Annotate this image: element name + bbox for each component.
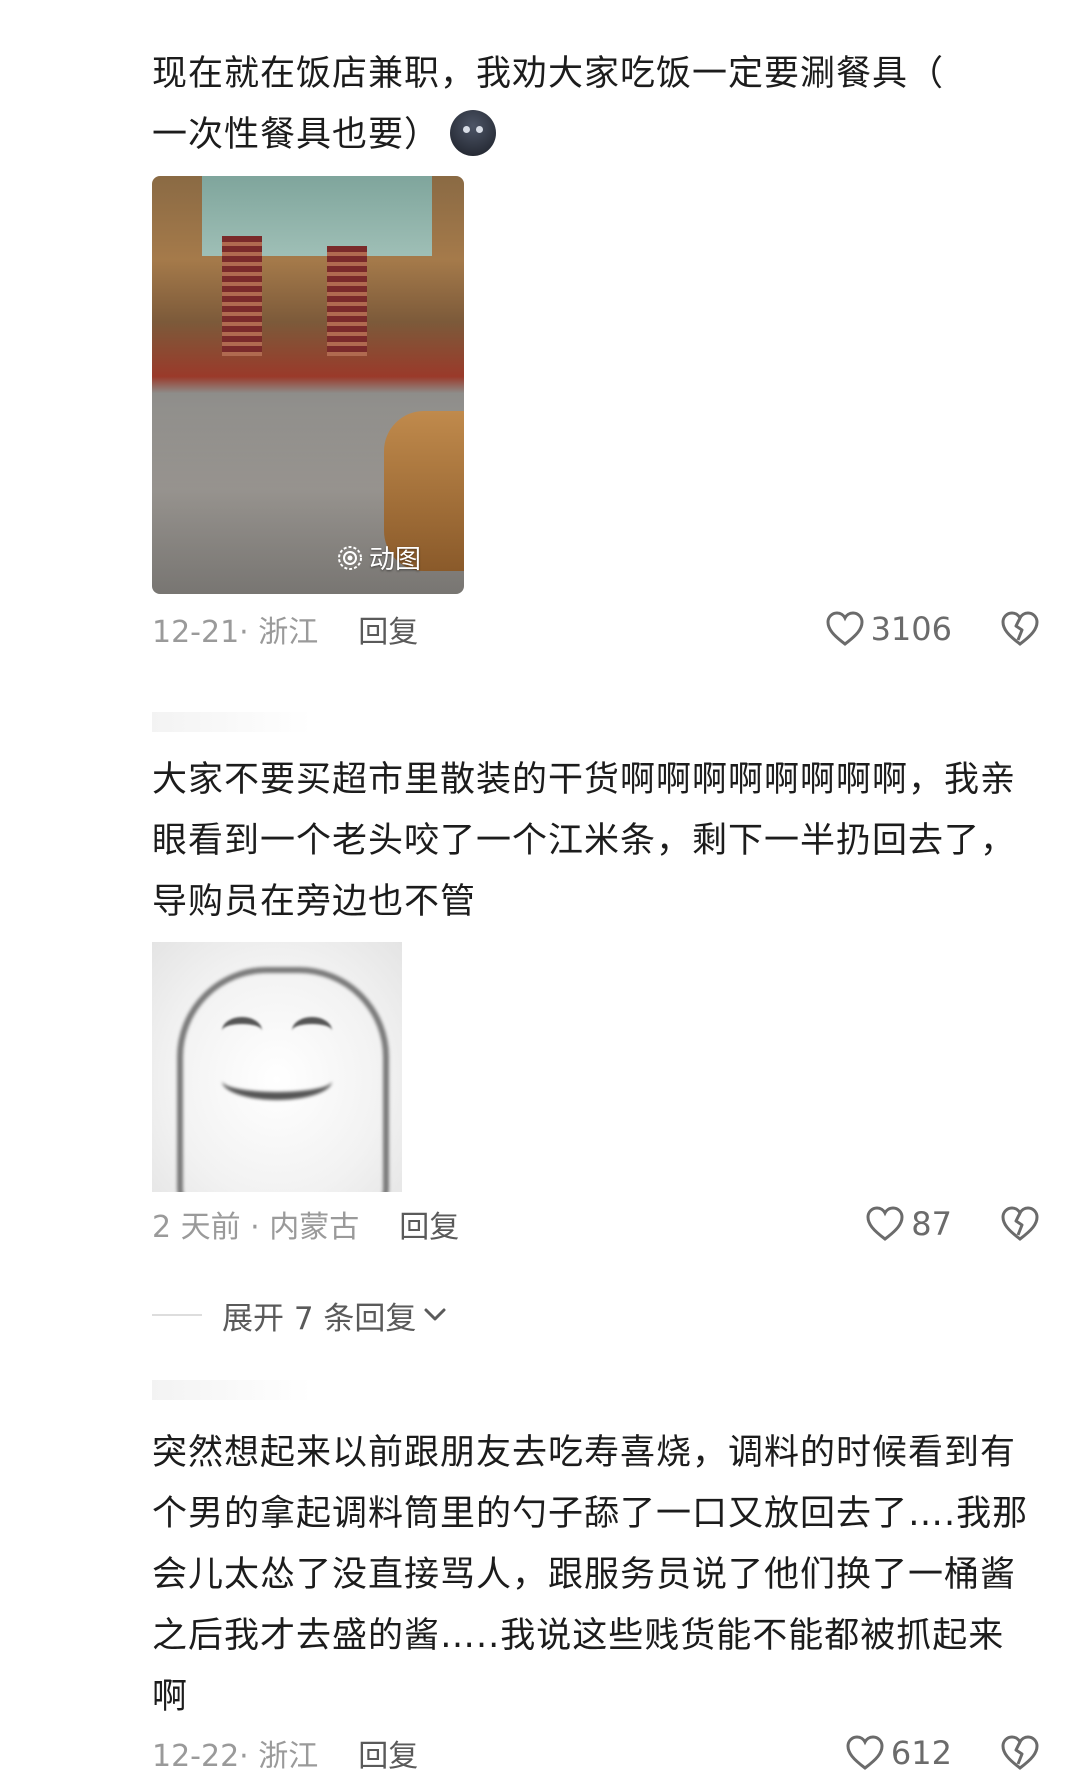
divider-line bbox=[152, 1314, 202, 1316]
reply-button[interactable]: 回复 bbox=[358, 607, 418, 651]
comment-1: 现在就在饭店兼职，我劝大家吃饭一定要涮餐具（ 一次性餐具也要） 动图 12-21… bbox=[152, 44, 1040, 650]
meme-eye bbox=[222, 1017, 262, 1044]
dark-face-emoji-icon bbox=[450, 110, 497, 156]
chevron-down-icon bbox=[424, 1308, 446, 1321]
broken-heart-icon bbox=[1001, 611, 1039, 646]
comment-text: 现在就在饭店兼职，我劝大家吃饭一定要涮餐具（ 一次性餐具也要） bbox=[152, 44, 1040, 166]
broken-heart-icon bbox=[1001, 1206, 1039, 1241]
comment-line: 会儿太怂了没直接骂人，跟服务员说了他们换了一桶酱 bbox=[152, 1555, 1017, 1595]
comment-3: 突然想起来以前跟朋友去吃寿喜烧，调料的时候看到有 个男的拿起调料筒里的勺子舔了一… bbox=[152, 1423, 1040, 1774]
username-placeholder bbox=[152, 1380, 312, 1400]
live-photo-icon bbox=[338, 545, 362, 570]
expand-replies-button[interactable]: 展开 7 条回复 bbox=[152, 1290, 448, 1340]
broken-heart-icon bbox=[1001, 1735, 1039, 1770]
reply-button[interactable]: 回复 bbox=[358, 1731, 418, 1775]
comment-text: 突然想起来以前跟朋友去吃寿喜烧，调料的时候看到有 个男的拿起调料筒里的勺子舔了一… bbox=[152, 1423, 1040, 1728]
heart-outline-icon bbox=[866, 1206, 904, 1241]
like-count: 87 bbox=[911, 1205, 952, 1243]
image-booth bbox=[327, 246, 367, 356]
heart-outline-icon bbox=[826, 611, 864, 646]
comment-line: 一次性餐具也要） bbox=[152, 115, 441, 155]
date-location: 2 天前 · 内蒙古 bbox=[152, 1210, 360, 1245]
comment-meta: 12-22· 浙江 回复 612 bbox=[152, 1731, 1040, 1775]
comment-line: 突然想起来以前跟朋友去吃寿喜烧，调料的时候看到有 bbox=[152, 1433, 1017, 1473]
comment-line: 现在就在饭店兼职，我劝大家吃饭一定要涮餐具（ bbox=[152, 54, 945, 94]
reply-button[interactable]: 回复 bbox=[399, 1202, 459, 1246]
dislike-button[interactable] bbox=[1000, 1734, 1040, 1772]
badge-label: 动图 bbox=[369, 545, 422, 575]
comment-line: 导购员在旁边也不管 bbox=[152, 882, 477, 922]
comment-line: 眼看到一个老头咬了一个江米条，剩下一半扔回去了， bbox=[152, 821, 1017, 861]
comment-image-restaurant[interactable]: 动图 bbox=[152, 176, 464, 594]
comment-meta: 2 天前 · 内蒙古 回复 87 bbox=[152, 1202, 1040, 1246]
image-booth bbox=[222, 236, 262, 356]
comment-line: 个男的拿起调料筒里的勺子舔了一口又放回去了….我那 bbox=[152, 1494, 1029, 1534]
comment-image-meme[interactable] bbox=[152, 942, 402, 1192]
comment-line: 大家不要买超市里散装的干货啊啊啊啊啊啊啊啊，我亲 bbox=[152, 760, 1017, 800]
dislike-button[interactable] bbox=[1000, 610, 1040, 648]
comment-meta: 12-21· 浙江 回复 3106 bbox=[152, 607, 1040, 651]
expand-label: 展开 7 条回复 bbox=[222, 1300, 417, 1337]
date-location: 12-21· 浙江 bbox=[152, 615, 319, 650]
comment-text: 大家不要买超市里散装的干货啊啊啊啊啊啊啊啊，我亲 眼看到一个老头咬了一个江米条，… bbox=[152, 750, 1040, 933]
like-button[interactable]: 87 bbox=[865, 1205, 952, 1243]
username-placeholder bbox=[152, 712, 312, 732]
like-count: 612 bbox=[890, 1734, 952, 1772]
meme-eye bbox=[292, 1017, 332, 1044]
comment-2: 大家不要买超市里散装的干货啊啊啊啊啊啊啊啊，我亲 眼看到一个老头咬了一个江米条，… bbox=[152, 750, 1040, 1245]
comment-line: 啊 bbox=[152, 1677, 189, 1717]
like-count: 3106 bbox=[870, 610, 952, 648]
meme-mouth bbox=[222, 1062, 332, 1100]
like-button[interactable]: 3106 bbox=[825, 610, 952, 648]
animated-badge: 动图 bbox=[337, 539, 421, 576]
date-location: 12-22· 浙江 bbox=[152, 1739, 319, 1774]
dislike-button[interactable] bbox=[1000, 1205, 1040, 1243]
comment-line: 之后我才去盛的酱…..我说这些贱货能不能都被抓起来 bbox=[152, 1616, 1005, 1656]
like-button[interactable]: 612 bbox=[845, 1734, 952, 1772]
heart-outline-icon bbox=[846, 1735, 884, 1770]
